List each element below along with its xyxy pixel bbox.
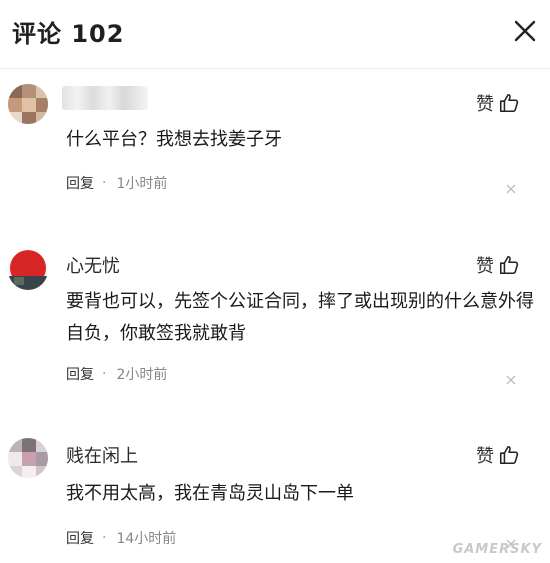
watermark: GAMERSKY xyxy=(452,542,542,557)
comment-meta: 回复 · 2小时前 xyxy=(66,364,167,384)
separator-dot: · xyxy=(102,175,107,191)
comment-text: 什么平台？我想去找姜子牙 xyxy=(66,129,282,150)
comment-item: 心无忧 赞 要背也可以，先签个公证合同，摔了或出现别的什么意外得自负，你敢签我就… xyxy=(0,228,550,408)
comment-meta: 回复 · 1小时前 xyxy=(66,173,167,193)
reply-button[interactable]: 回复 xyxy=(66,364,94,384)
timestamp: 14小时前 xyxy=(116,531,177,547)
like-label: 赞 xyxy=(476,256,494,277)
avatar[interactable] xyxy=(8,438,48,478)
timestamp: 2小时前 xyxy=(116,367,168,383)
comment-text: 要背也可以，先签个公证合同，摔了或出现别的什么意外得自负，你敢签我就敢背 xyxy=(66,291,534,344)
separator-dot: · xyxy=(102,530,107,546)
thumbs-up-icon xyxy=(499,93,519,113)
thumbs-up-icon xyxy=(499,445,519,465)
close-icon[interactable] xyxy=(512,18,538,44)
username[interactable]: 心无忧 xyxy=(66,252,120,278)
close-small-icon[interactable] xyxy=(506,179,516,194)
comments-title: 评论 102 xyxy=(12,20,125,48)
comments-header: 评论 102 xyxy=(0,0,550,69)
like-label: 赞 xyxy=(476,94,494,115)
like-label: 赞 xyxy=(476,446,494,467)
avatar[interactable] xyxy=(8,84,48,124)
timestamp: 1小时前 xyxy=(116,176,168,192)
comment-meta: 回复 · 14小时前 xyxy=(66,528,176,548)
reply-button[interactable]: 回复 xyxy=(66,173,94,193)
close-small-icon[interactable] xyxy=(506,370,516,385)
like-button[interactable]: 赞 xyxy=(476,90,520,116)
comment-item: 贱在闲上 赞 我不用太高，我在青岛灵山岛下一单 回复 · 14小时前 xyxy=(0,408,550,563)
like-button[interactable]: 赞 xyxy=(476,442,520,468)
avatar[interactable] xyxy=(8,250,48,290)
username[interactable]: 贱在闲上 xyxy=(66,442,138,468)
comment-text: 我不用太高，我在青岛灵山岛下一单 xyxy=(66,483,354,504)
thumbs-up-icon xyxy=(499,255,519,275)
comment-item: 赞 什么平台？我想去找姜子牙 回复 · 1小时前 xyxy=(0,68,550,228)
username-blurred xyxy=(62,86,148,110)
separator-dot: · xyxy=(102,366,107,382)
reply-button[interactable]: 回复 xyxy=(66,528,94,548)
like-button[interactable]: 赞 xyxy=(476,252,520,278)
